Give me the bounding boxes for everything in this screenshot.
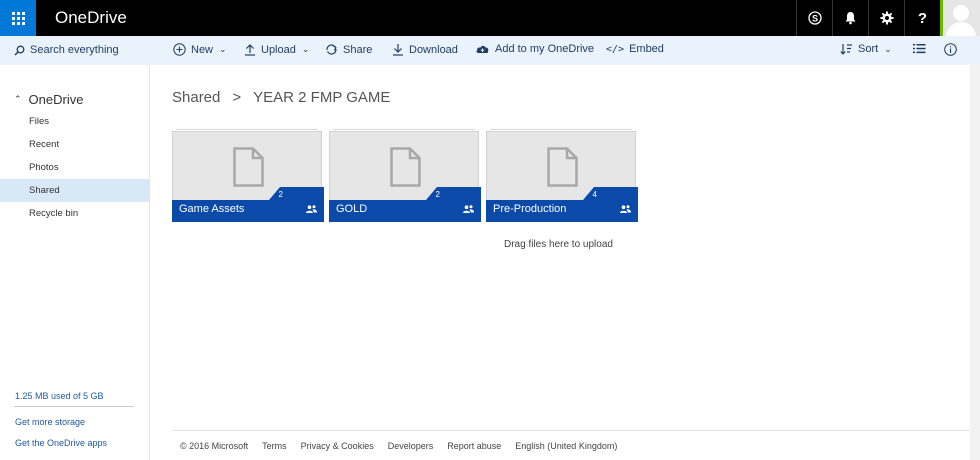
shared-people-icon [306, 205, 317, 213]
folder-grid: 2 Game Assets 2 GOLD 4 Pre-Production [172, 129, 638, 222]
footer-link-terms[interactable]: Terms [262, 441, 287, 451]
footer-link-report-abuse[interactable]: Report abuse [447, 441, 501, 451]
folder-item-count: 4 [592, 190, 597, 199]
view-options-button[interactable] [913, 43, 926, 54]
storage-usage[interactable]: 1.25 MB used of 5 GB [15, 391, 104, 401]
header-actions: S ? [796, 0, 940, 36]
new-label: New [191, 43, 214, 56]
nav-item-recent[interactable]: Recent [0, 133, 149, 156]
sort-button[interactable]: Sort ⌄ [840, 43, 892, 55]
info-icon [944, 43, 957, 56]
drag-drop-hint: Drag files here to upload [504, 239, 613, 250]
footer: © 2016 Microsoft Terms Privacy & Cookies… [172, 430, 980, 460]
folder-name: Pre-Production [493, 203, 567, 215]
notifications-button[interactable] [832, 0, 868, 36]
list-view-icon [913, 44, 926, 54]
share-label: Share [343, 43, 373, 56]
document-icon [547, 147, 578, 187]
get-apps-link[interactable]: Get the OneDrive apps [15, 438, 107, 448]
details-pane-button[interactable] [944, 43, 957, 56]
avatar-head [953, 5, 969, 21]
command-bar: Search everything New ⌄ Upload ⌄ Share D… [0, 36, 980, 65]
shared-people-icon [620, 205, 631, 213]
sort-icon [840, 44, 852, 55]
shared-people-icon [463, 205, 474, 213]
onedrive-app: OneDrive S ? Search everything New ⌄ Upl… [0, 0, 980, 460]
chevron-down-icon: ⌄ [884, 43, 892, 54]
account-avatar[interactable] [940, 0, 980, 36]
get-more-storage-link[interactable]: Get more storage [15, 417, 85, 427]
plus-circle-icon [173, 43, 186, 56]
folder-tile[interactable]: 2 Game Assets [172, 129, 324, 222]
settings-button[interactable] [868, 0, 904, 36]
chevron-down-icon: ⌄ [219, 44, 227, 54]
footer-link-privacy[interactable]: Privacy & Cookies [301, 441, 374, 451]
share-button[interactable]: Share [325, 43, 372, 56]
search-icon [14, 45, 25, 56]
upload-label: Upload [261, 43, 296, 56]
folder-item-count: 2 [435, 190, 440, 199]
cloud-add-icon [476, 45, 489, 53]
folder-stack-edge [176, 129, 318, 131]
footer-link-language[interactable]: English (United Kingdom) [515, 441, 617, 451]
breadcrumb: Shared > YEAR 2 FMP GAME [172, 89, 390, 106]
app-title[interactable]: OneDrive [55, 8, 127, 28]
search-placeholder: Search everything [30, 44, 119, 56]
waffle-icon [11, 11, 25, 25]
upload-button[interactable]: Upload ⌄ [244, 43, 309, 56]
breadcrumb-parent[interactable]: Shared [172, 89, 220, 106]
copyright: © 2016 Microsoft [180, 441, 249, 451]
embed-button[interactable]: </> Embed [606, 43, 664, 55]
vertical-scrollbar[interactable] [970, 65, 980, 460]
left-navigation: ⌃ OneDrive Files Recent Photos Shared Re… [0, 65, 150, 460]
skype-icon: S [807, 11, 822, 25]
svg-text:S: S [811, 14, 817, 24]
nav-root-label: OneDrive [28, 92, 84, 107]
embed-label: Embed [629, 43, 664, 55]
add-label: Add to my OneDrive [495, 43, 595, 55]
app-launcher-button[interactable] [0, 0, 36, 36]
upload-icon [245, 44, 255, 56]
folder-tile[interactable]: 4 Pre-Production [486, 129, 638, 222]
gear-icon [880, 11, 893, 25]
storage-divider [14, 406, 134, 407]
nav-root-onedrive[interactable]: ⌃ OneDrive [14, 92, 83, 107]
nav-item-shared[interactable]: Shared [0, 179, 149, 202]
folder-name: Game Assets [179, 203, 245, 215]
chevron-up-icon: ⌃ [14, 94, 22, 104]
breadcrumb-separator: > [232, 89, 242, 106]
top-bar: OneDrive S ? [0, 0, 980, 36]
sort-label: Sort [858, 43, 879, 55]
folder-tile[interactable]: 2 GOLD [329, 129, 481, 222]
folder-item-count: 2 [278, 190, 283, 199]
help-icon: ? [917, 9, 928, 27]
nav-item-recycle-bin[interactable]: Recycle bin [0, 202, 149, 225]
avatar-body [946, 22, 976, 36]
breadcrumb-current: YEAR 2 FMP GAME [253, 89, 391, 106]
download-label: Download [409, 43, 458, 56]
skype-button[interactable]: S [796, 0, 832, 36]
document-icon [233, 147, 264, 187]
new-button[interactable]: New ⌄ [173, 43, 227, 56]
download-icon [393, 44, 403, 56]
folder-stack-edge [490, 129, 632, 131]
search-box[interactable]: Search everything [14, 44, 119, 56]
footer-links: © 2016 Microsoft Terms Privacy & Cookies… [180, 441, 617, 451]
footer-link-developers[interactable]: Developers [388, 441, 434, 451]
document-icon [390, 147, 421, 187]
code-icon: </> [606, 43, 625, 55]
download-button[interactable]: Download [392, 43, 458, 56]
help-button[interactable]: ? [904, 0, 940, 36]
chevron-down-icon: ⌄ [301, 44, 310, 54]
share-icon [326, 44, 337, 55]
add-to-onedrive-button[interactable]: Add to my OneDrive [475, 43, 594, 55]
folder-stack-edge [333, 129, 475, 131]
nav-item-photos[interactable]: Photos [0, 156, 149, 179]
bell-icon [845, 12, 856, 25]
nav-item-files[interactable]: Files [0, 110, 149, 133]
folder-name: GOLD [336, 203, 368, 215]
